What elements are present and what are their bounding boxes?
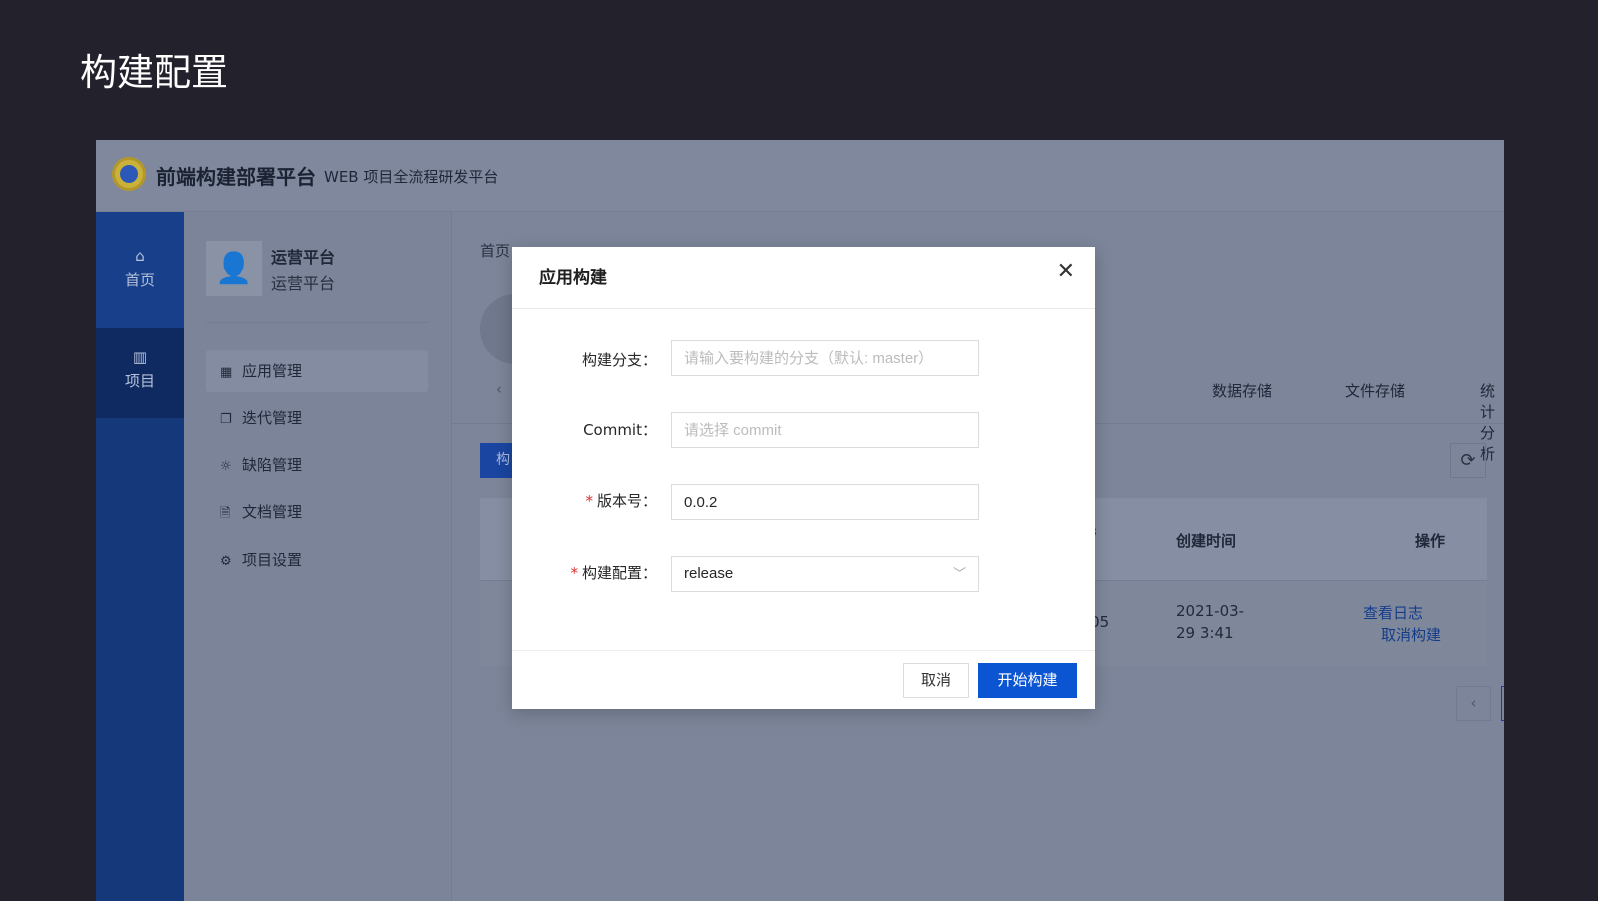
nav-label: 首页: [124, 271, 155, 289]
commit-label: Commit：: [583, 419, 657, 440]
copy-icon: ❐: [220, 412, 232, 427]
column-header: 创建时间: [1176, 532, 1237, 550]
sidebar-item-app-management[interactable]: ▦ 应用管理: [206, 350, 428, 392]
app-header: 前端构建部署平台 WEB 项目全流程研发平台: [96, 140, 1504, 212]
required-mark: *: [585, 492, 593, 510]
sidebar-item-label: 迭代管理: [242, 409, 303, 427]
nav-item-home[interactable]: ⌂ 首页: [96, 212, 184, 328]
sidebar-item-iteration[interactable]: ❐ 迭代管理: [206, 397, 428, 439]
required-mark: *: [570, 564, 578, 582]
dialog-title: 应用构建: [539, 268, 607, 288]
created-cell-line2: 29 3:41: [1176, 624, 1234, 642]
nav-item-project[interactable]: ▥ 项目: [96, 328, 184, 418]
label-text: Commit：: [583, 421, 657, 439]
branch-input[interactable]: [671, 340, 979, 376]
sidebar-item-settings[interactable]: ⚙ 项目设置: [206, 539, 428, 581]
refresh-icon[interactable]: ⟳: [1450, 443, 1486, 478]
sidebar-item-docs[interactable]: 🗎 文档管理: [206, 491, 428, 533]
brand-name: 前端构建部署平台: [156, 165, 316, 189]
project-avatar: 👤: [206, 241, 262, 296]
project-name: 运营平台: [271, 248, 336, 267]
divider: [206, 322, 428, 323]
view-log-link[interactable]: 查看日志: [1363, 602, 1423, 623]
page-prev-button[interactable]: ‹: [1456, 686, 1491, 721]
chevron-down-icon: ﹀: [952, 566, 966, 581]
cancel-button[interactable]: 取消: [903, 663, 969, 698]
sidebar-item-defects[interactable]: ☼ 缺陷管理: [206, 444, 428, 486]
tab-file-storage[interactable]: 文件存储: [1345, 380, 1405, 401]
project-icon: ▥: [132, 348, 148, 366]
home-icon: ⌂: [135, 247, 145, 265]
primary-nav: ⌂ 首页 ▥ 项目: [96, 212, 184, 901]
nav-label: 项目: [124, 372, 155, 390]
tab-data-storage[interactable]: 数据存储: [1212, 380, 1272, 401]
commit-select[interactable]: [671, 412, 979, 448]
bug-icon: ☼: [220, 459, 232, 474]
brand-subtitle: WEB 项目全流程研发平台: [324, 168, 499, 186]
divider: [512, 308, 1095, 309]
grid-icon: ▦: [220, 365, 233, 380]
build-config-select[interactable]: release ﹀: [671, 556, 979, 592]
label-text: 构建分支：: [581, 351, 657, 369]
column-header: 操作: [1415, 532, 1446, 550]
label-text: 版本号：: [596, 492, 657, 510]
start-build-button[interactable]: 开始构建: [978, 663, 1077, 698]
build-dialog: 应用构建 ✕ 构建分支： Commit： *版本号： *构建配置： releas…: [512, 247, 1095, 709]
breadcrumb[interactable]: 首页: [480, 240, 510, 261]
project-sidebar: 👤 运营平台 运营平台 ▦ 应用管理 ❐ 迭代管理 ☼ 缺陷管理 🗎 文档管理 ⚙ 项目设…: [184, 212, 452, 901]
project-subtitle: 运营平台: [271, 274, 336, 293]
sidebar-item-label: 项目设置: [242, 551, 303, 569]
divider: [512, 650, 1095, 651]
rocket-logo-icon: [112, 157, 146, 191]
close-icon[interactable]: ✕: [1057, 259, 1075, 284]
version-input[interactable]: [671, 484, 979, 520]
cancel-build-link[interactable]: 取消构建: [1381, 624, 1441, 645]
gear-icon: ⚙: [220, 554, 232, 569]
build-config-label: * 构建配置：: [570, 562, 657, 583]
created-cell-line1: 2021-03-: [1176, 602, 1245, 620]
tabs-prev-icon[interactable]: ‹: [496, 380, 502, 398]
sidebar-item-label: 缺陷管理: [242, 456, 303, 474]
slide-title: 构建配置: [80, 51, 228, 94]
branch-label: 构建分支：: [582, 349, 657, 370]
sidebar-item-label: 应用管理: [242, 362, 303, 380]
markdown-file-icon: 🗎: [220, 506, 231, 521]
label-text: 构建配置：: [581, 564, 657, 582]
sidebar-item-label: 文档管理: [242, 503, 303, 521]
select-value: release: [684, 565, 734, 582]
version-label: * 版本号：: [585, 490, 657, 511]
page-button[interactable]: 1: [1501, 686, 1504, 721]
